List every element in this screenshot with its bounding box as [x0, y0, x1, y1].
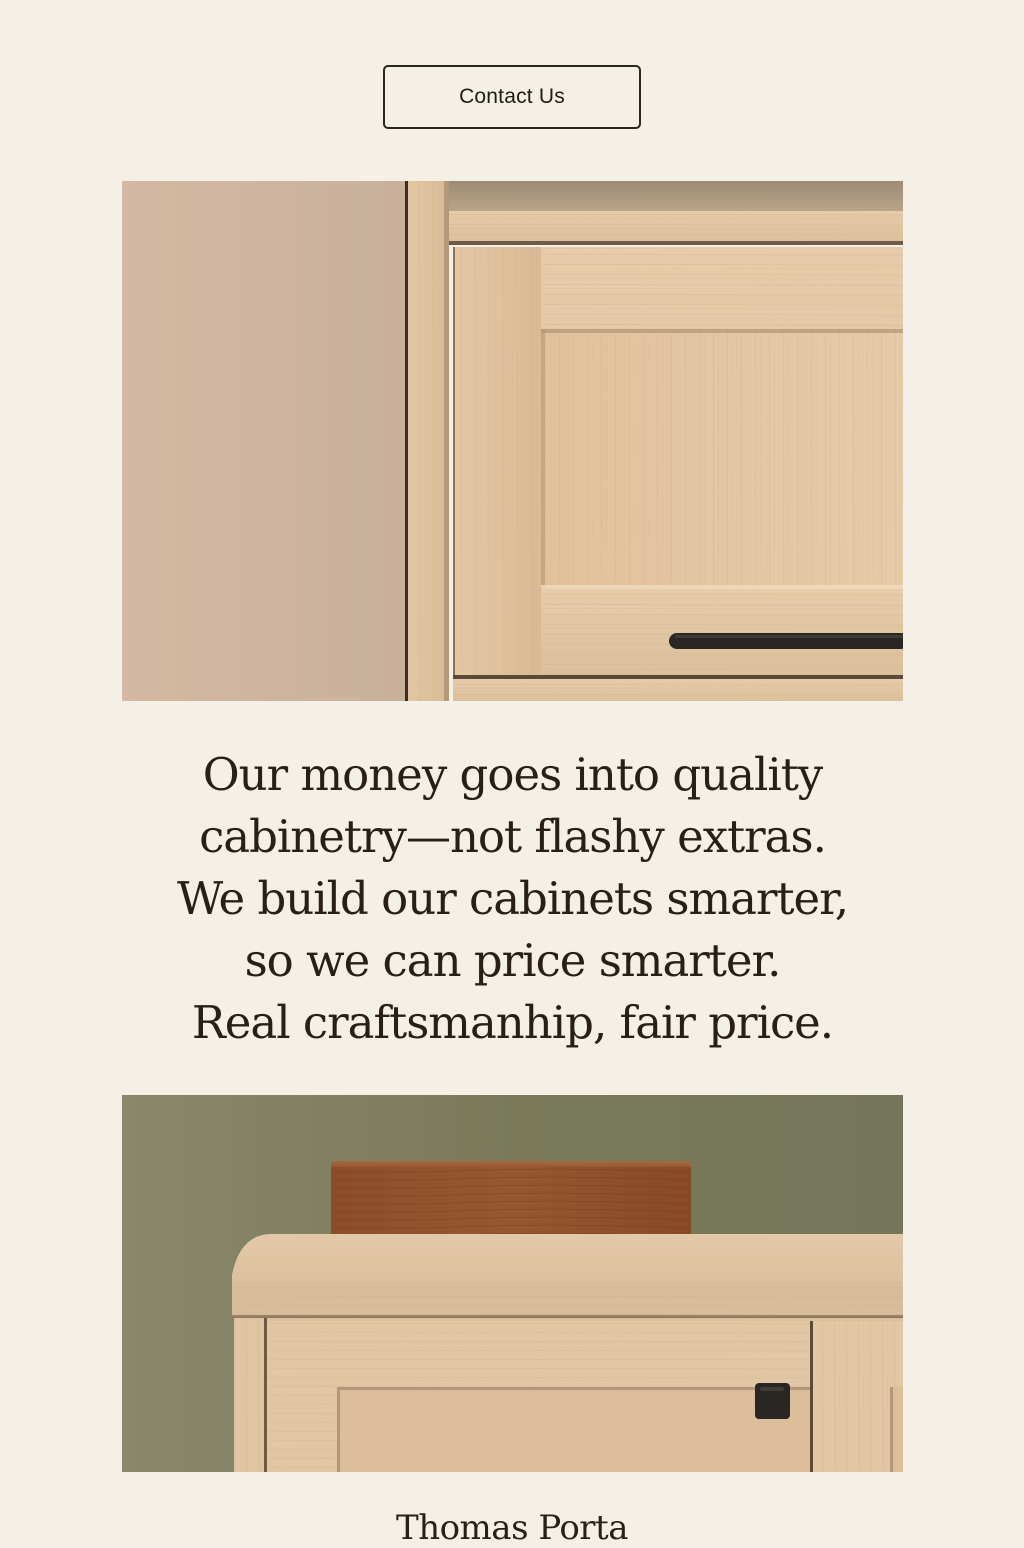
quote-line: We build our cabinets smarter, — [176, 872, 849, 925]
quote-line: Real craftsmanhip, fair price. — [191, 996, 834, 1049]
quote-line: Our money goes into quality — [202, 748, 823, 801]
cabinet-with-wooden-box-image — [122, 1095, 903, 1472]
quote-line: cabinetry—not flashy extras. — [199, 810, 827, 863]
contact-us-button[interactable]: Contact Us — [383, 65, 641, 129]
cabinet-drawer-closeup-image — [122, 181, 903, 701]
quote-text: Our money goes into quality cabinetry—no… — [122, 744, 903, 1054]
signature-name: Thomas Porta — [396, 1508, 628, 1548]
quote-line: so we can price smarter. — [244, 934, 782, 987]
